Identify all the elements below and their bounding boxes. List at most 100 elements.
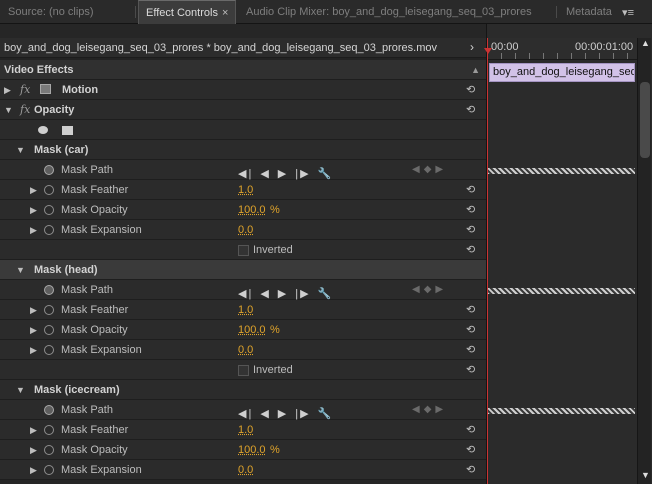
mask-path-row: Mask Path ◀| ◀ ▶ |▶ 🔧 ◀◆▶ — [0, 400, 486, 420]
mask-shape-tools-row — [0, 120, 486, 140]
stopwatch-icon[interactable] — [44, 465, 54, 475]
ruler-ticks — [487, 53, 637, 59]
stopwatch-icon[interactable] — [44, 285, 54, 295]
reset-icon[interactable]: ⟲ — [466, 320, 475, 340]
stopwatch-icon[interactable] — [44, 445, 54, 455]
mask-feather-value[interactable]: 1.0 — [238, 420, 253, 440]
mask-opacity-row: ▶ Mask Opacity 100.0 % ⟲ — [0, 440, 486, 460]
tab-source[interactable]: Source: (no clips) — [8, 0, 94, 24]
timeline-clip[interactable]: boy_and_dog_leisegang_seq_03_prores — [489, 63, 635, 82]
playhead[interactable] — [484, 38, 492, 484]
expand-triangle-icon[interactable]: ▶ — [30, 300, 37, 320]
show-timeline-arrow-icon[interactable]: › — [470, 40, 474, 54]
keyframe-strip[interactable] — [487, 288, 635, 294]
panel-menu-icon[interactable]: ▾≡ — [622, 6, 634, 19]
reset-icon[interactable]: ⟲ — [466, 300, 475, 320]
scrollbar-thumb[interactable] — [640, 82, 650, 158]
stopwatch-icon[interactable] — [44, 205, 54, 215]
mask-expansion-value[interactable]: 0.0 — [238, 220, 253, 240]
mask-header-row[interactable]: ▼ Mask (icecream) — [0, 380, 486, 400]
collapse-triangle-icon[interactable]: ▼ — [16, 380, 25, 400]
mask-opacity-unit: % — [270, 204, 280, 216]
tab-metadata[interactable]: Metadata — [566, 0, 612, 24]
expand-triangle-icon[interactable]: ▶ — [30, 200, 37, 220]
mask-opacity-value[interactable]: 100.0 — [238, 440, 266, 460]
expand-triangle-icon[interactable]: ▶ — [30, 460, 37, 480]
expand-triangle-icon[interactable]: ▶ — [30, 180, 37, 200]
mask-opacity-unit: % — [270, 444, 280, 456]
reset-icon[interactable]: ⟲ — [466, 360, 475, 380]
effect-motion-row[interactable]: ▶ fx Motion ⟲ — [0, 80, 486, 100]
reset-icon[interactable]: ⟲ — [466, 460, 475, 480]
clip-title: boy_and_dog_leisegang_seq_03_prores * bo… — [4, 42, 438, 54]
mask-expansion-value[interactable]: 0.0 — [238, 460, 253, 480]
keyframe-strip[interactable] — [487, 168, 635, 174]
time-ruler[interactable]: 00:00 00:00:01:00 — [487, 38, 637, 60]
ellipse-mask-icon[interactable] — [38, 126, 48, 134]
stopwatch-icon[interactable] — [44, 425, 54, 435]
reset-icon[interactable]: ⟲ — [466, 80, 475, 100]
expand-triangle-icon[interactable]: ▶ — [30, 340, 37, 360]
mask-opacity-value[interactable]: 100.0 — [238, 200, 266, 220]
tab-effect-controls[interactable]: Effect Controls × — [138, 0, 237, 24]
effect-opacity-row[interactable]: ▼ fx Opacity ⟲ — [0, 100, 486, 120]
collapse-triangle-icon[interactable]: ▼ — [16, 140, 25, 160]
mask-opacity-label: Mask Opacity — [61, 324, 128, 336]
fx-toggle-icon[interactable]: fx — [20, 100, 30, 120]
reset-icon[interactable]: ⟲ — [466, 220, 475, 240]
video-effects-title: Video Effects — [4, 64, 74, 76]
expand-triangle-icon[interactable]: ▶ — [30, 220, 37, 240]
mask-opacity-label: Mask Opacity — [61, 204, 128, 216]
video-effects-header: Video Effects ▲ — [0, 60, 486, 80]
stopwatch-icon[interactable] — [44, 165, 54, 175]
reset-icon[interactable]: ⟲ — [466, 200, 475, 220]
collapse-triangle-icon[interactable]: ▼ — [4, 100, 13, 120]
fx-toggle-icon[interactable]: fx — [20, 80, 30, 100]
stopwatch-icon[interactable] — [44, 305, 54, 315]
keyframe-navigator[interactable]: ◀◆▶ — [412, 280, 447, 300]
scroll-down-icon[interactable]: ▼ — [641, 470, 650, 480]
tab-source-label: Source: (no clips) — [8, 6, 94, 18]
mask-feather-label: Mask Feather — [61, 184, 129, 196]
mask-feather-label: Mask Feather — [61, 424, 129, 436]
inverted-checkbox[interactable] — [238, 245, 249, 256]
playhead-handle[interactable] — [484, 48, 492, 54]
rectangle-mask-icon[interactable] — [62, 126, 73, 135]
expand-triangle-icon[interactable]: ▶ — [4, 80, 11, 100]
tab-audio-clip-mixer[interactable]: Audio Clip Mixer: boy_and_dog_leisegang_… — [246, 0, 532, 24]
tab-separator — [556, 6, 557, 18]
reset-icon[interactable]: ⟲ — [466, 100, 475, 120]
reset-icon[interactable]: ⟲ — [466, 440, 475, 460]
inverted-checkbox[interactable] — [238, 365, 249, 376]
effect-timeline[interactable]: 00:00 00:00:01:00 boy_and_dog_leisegang_… — [484, 24, 652, 484]
keyframe-strip[interactable] — [487, 408, 635, 414]
reset-icon[interactable]: ⟲ — [466, 340, 475, 360]
mask-header-row[interactable]: ▼ Mask (head) — [0, 260, 486, 280]
keyframe-navigator[interactable]: ◀◆▶ — [412, 160, 447, 180]
stopwatch-icon[interactable] — [44, 405, 54, 415]
mask-feather-value[interactable]: 1.0 — [238, 180, 253, 200]
mask-expansion-value[interactable]: 0.0 — [238, 340, 253, 360]
reset-icon[interactable]: ⟲ — [466, 180, 475, 200]
expand-triangle-icon[interactable]: ▶ — [30, 420, 37, 440]
motion-transform-icon[interactable] — [40, 84, 51, 94]
keyframe-navigator[interactable]: ◀◆▶ — [412, 400, 447, 420]
reset-icon[interactable]: ⟲ — [466, 240, 475, 260]
expand-triangle-icon[interactable]: ▶ — [30, 320, 37, 340]
expand-triangle-icon[interactable]: ▶ — [30, 440, 37, 460]
stopwatch-icon[interactable] — [44, 345, 54, 355]
stopwatch-icon[interactable] — [44, 225, 54, 235]
effect-motion-label: Motion — [62, 84, 99, 96]
tab-close-icon[interactable]: × — [222, 7, 228, 19]
mask-feather-value[interactable]: 1.0 — [238, 300, 253, 320]
reset-icon[interactable]: ⟲ — [466, 420, 475, 440]
collapse-triangle-icon[interactable]: ▼ — [16, 260, 25, 280]
stopwatch-icon[interactable] — [44, 325, 54, 335]
vertical-scrollbar[interactable]: ▲ ▼ — [637, 38, 651, 484]
stopwatch-icon[interactable] — [44, 185, 54, 195]
ruler-start-time: 00:00 — [491, 41, 519, 53]
collapse-up-icon[interactable]: ▲ — [471, 60, 480, 80]
mask-header-row[interactable]: ▼ Mask (car) — [0, 140, 486, 160]
scroll-up-icon[interactable]: ▲ — [641, 38, 650, 48]
mask-opacity-value[interactable]: 100.0 — [238, 320, 266, 340]
